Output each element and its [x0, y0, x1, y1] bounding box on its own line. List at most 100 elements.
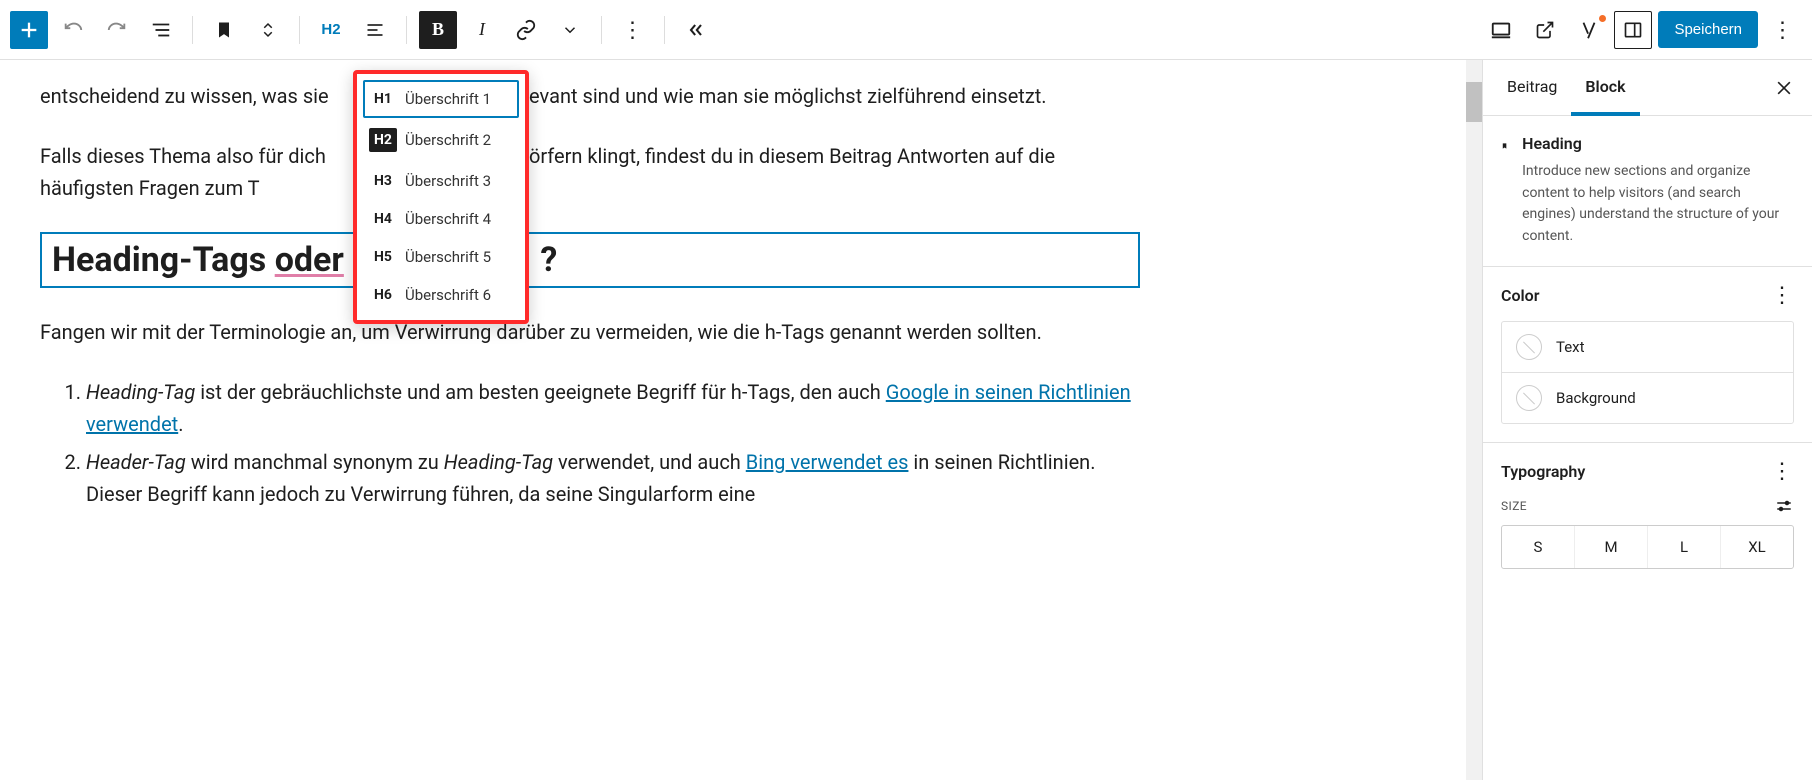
editor-toolbar: H2 B I ⋮ Speichern ⋮: [0, 0, 1812, 60]
settings-sidebar: Beitrag Block Heading Introduce new sect…: [1482, 60, 1812, 780]
scrollbar-track: [1466, 60, 1482, 780]
heading-level-label: Überschrift 5: [405, 248, 491, 266]
text-italic: Heading-Tag: [444, 450, 553, 474]
link[interactable]: Bing verwendet es: [746, 450, 909, 474]
panel-options-button[interactable]: ⋮: [1771, 285, 1794, 307]
color-panel: Color ⋮ Text Background: [1483, 267, 1812, 443]
sidebar-tabs: Beitrag Block: [1483, 60, 1812, 116]
text-fragment: .: [178, 412, 183, 436]
size-option-m[interactable]: M: [1574, 526, 1647, 568]
align-button[interactable]: [356, 11, 394, 49]
panel-options-button[interactable]: ⋮: [1771, 461, 1794, 483]
text-fragment: elevant sind und wie man sie möglichst z…: [514, 84, 1047, 108]
text-italic: Heading-Tag: [86, 380, 195, 404]
list-item[interactable]: Heading-Tag ist der gebräuchlichste und …: [86, 376, 1140, 440]
view-post-button[interactable]: [1526, 11, 1564, 49]
heading-level-option-h3[interactable]: H3Überschrift 3: [363, 162, 519, 200]
heading-level-option-h1[interactable]: H1 Überschrift 1: [363, 80, 519, 118]
heading-level-badge: H6: [369, 287, 397, 303]
external-link-icon: [1535, 20, 1555, 40]
swatch-icon: [1516, 385, 1542, 411]
separator: [192, 16, 193, 44]
sliders-icon[interactable]: [1774, 497, 1794, 515]
move-block-button[interactable]: [249, 11, 287, 49]
undo-button[interactable]: [54, 11, 92, 49]
paragraph[interactable]: Falls dieses Thema also für dich Dörfern…: [40, 140, 1140, 204]
heading-level-label: H2: [321, 21, 340, 38]
bold-button[interactable]: B: [419, 11, 457, 49]
heading-level-option-h4[interactable]: H4 Überschrift 4: [363, 200, 519, 238]
separator: [664, 16, 665, 44]
heading-level-badge: H4: [369, 211, 397, 227]
collapse-toolbar-button[interactable]: [677, 11, 715, 49]
heading-level-label: Überschrift 4: [405, 210, 491, 228]
bookmark-icon: [1501, 136, 1508, 156]
color-panel-title: Color: [1501, 286, 1539, 305]
heading-level-badge: H5: [369, 249, 397, 265]
yoast-icon: [1578, 19, 1600, 41]
color-background-button[interactable]: Background: [1502, 372, 1793, 423]
text-fragment: ist der gebräuchlichste und am besten ge…: [195, 380, 886, 404]
block-description-section: Heading Introduce new sections and organ…: [1483, 116, 1812, 267]
save-button[interactable]: Speichern: [1658, 11, 1758, 48]
heading-level-badge: H2: [369, 128, 397, 152]
heading-level-option-h6[interactable]: H6 Überschrift 6: [363, 276, 519, 314]
close-icon: [1774, 78, 1794, 98]
ordered-list[interactable]: Heading-Tag ist der gebräuchlichste und …: [40, 376, 1140, 510]
separator: [601, 16, 602, 44]
typography-panel: Typography ⋮ SIZE SMLXL: [1483, 443, 1812, 587]
main-area: entscheidend zu wissen, was sie elevant …: [0, 60, 1812, 780]
link-icon: [515, 19, 537, 41]
main-options-button[interactable]: ⋮: [1764, 11, 1802, 49]
more-rich-text-button[interactable]: [551, 11, 589, 49]
size-option-xl[interactable]: XL: [1720, 526, 1793, 568]
italic-button[interactable]: I: [463, 11, 501, 49]
tab-post[interactable]: Beitrag: [1493, 61, 1571, 116]
document-overview-button[interactable]: [142, 11, 180, 49]
heading-level-label: Überschrift 1: [405, 90, 491, 108]
sidebar-icon: [1623, 20, 1643, 40]
swatch-icon: [1516, 334, 1542, 360]
redo-button[interactable]: [98, 11, 136, 49]
text-fragment: wird manchmal synonym zu: [186, 450, 444, 474]
chevron-double-left-icon: [686, 20, 706, 40]
yoast-seo-button[interactable]: [1570, 11, 1608, 49]
separator: [406, 16, 407, 44]
block-type-icon[interactable]: [205, 11, 243, 49]
close-sidebar-button[interactable]: [1766, 70, 1802, 106]
heading-level-option-h5[interactable]: H5 Überschrift 5: [363, 238, 519, 276]
color-label: Text: [1556, 338, 1585, 356]
device-icon: [1490, 19, 1512, 41]
heading-level-option-h2[interactable]: H2Überschrift 2: [363, 118, 519, 162]
text-fragment: Falls dieses Thema also für dich: [40, 144, 331, 168]
text-fragment: ?: [540, 240, 557, 280]
heading-level-button[interactable]: H2: [312, 11, 350, 49]
tab-block[interactable]: Block: [1571, 61, 1639, 116]
editor-canvas[interactable]: entscheidend zu wissen, was sie elevant …: [0, 60, 1482, 780]
bookmark-icon: [214, 20, 234, 40]
list-item[interactable]: Header-Tag wird manchmal synonym zu Head…: [86, 446, 1140, 510]
size-label: SIZE: [1501, 499, 1527, 513]
separator: [299, 16, 300, 44]
settings-sidebar-button[interactable]: [1614, 11, 1652, 49]
text-fragment: oder: [275, 240, 344, 280]
paragraph[interactable]: Fangen wir mit der Terminologie an, um V…: [40, 316, 1140, 348]
preview-button[interactable]: [1482, 11, 1520, 49]
block-options-button[interactable]: ⋮: [614, 11, 652, 49]
text-fragment: verwendet, und auch: [553, 450, 746, 474]
scrollbar-thumb[interactable]: [1466, 82, 1482, 122]
heading-level-label: Überschrift 3: [405, 172, 491, 190]
text-fragment: entscheidend zu wissen, was sie: [40, 84, 334, 108]
heading-level-dropdown: H1 Überschrift 1 H2Überschrift 2H3Überschr…: [353, 70, 529, 324]
size-option-l[interactable]: L: [1647, 526, 1720, 568]
add-block-button[interactable]: [10, 11, 48, 49]
size-option-s[interactable]: S: [1502, 526, 1574, 568]
heading-block[interactable]: Heading-Tags oder H?: [40, 232, 1140, 288]
color-text-button[interactable]: Text: [1502, 322, 1793, 372]
paragraph[interactable]: entscheidend zu wissen, was sie elevant …: [40, 80, 1140, 112]
heading-level-badge: H1: [369, 91, 397, 107]
heading-level-label: Überschrift 6: [405, 286, 491, 304]
link-button[interactable]: [507, 11, 545, 49]
typography-panel-title: Typography: [1501, 462, 1585, 481]
chevron-down-icon: [561, 21, 579, 39]
